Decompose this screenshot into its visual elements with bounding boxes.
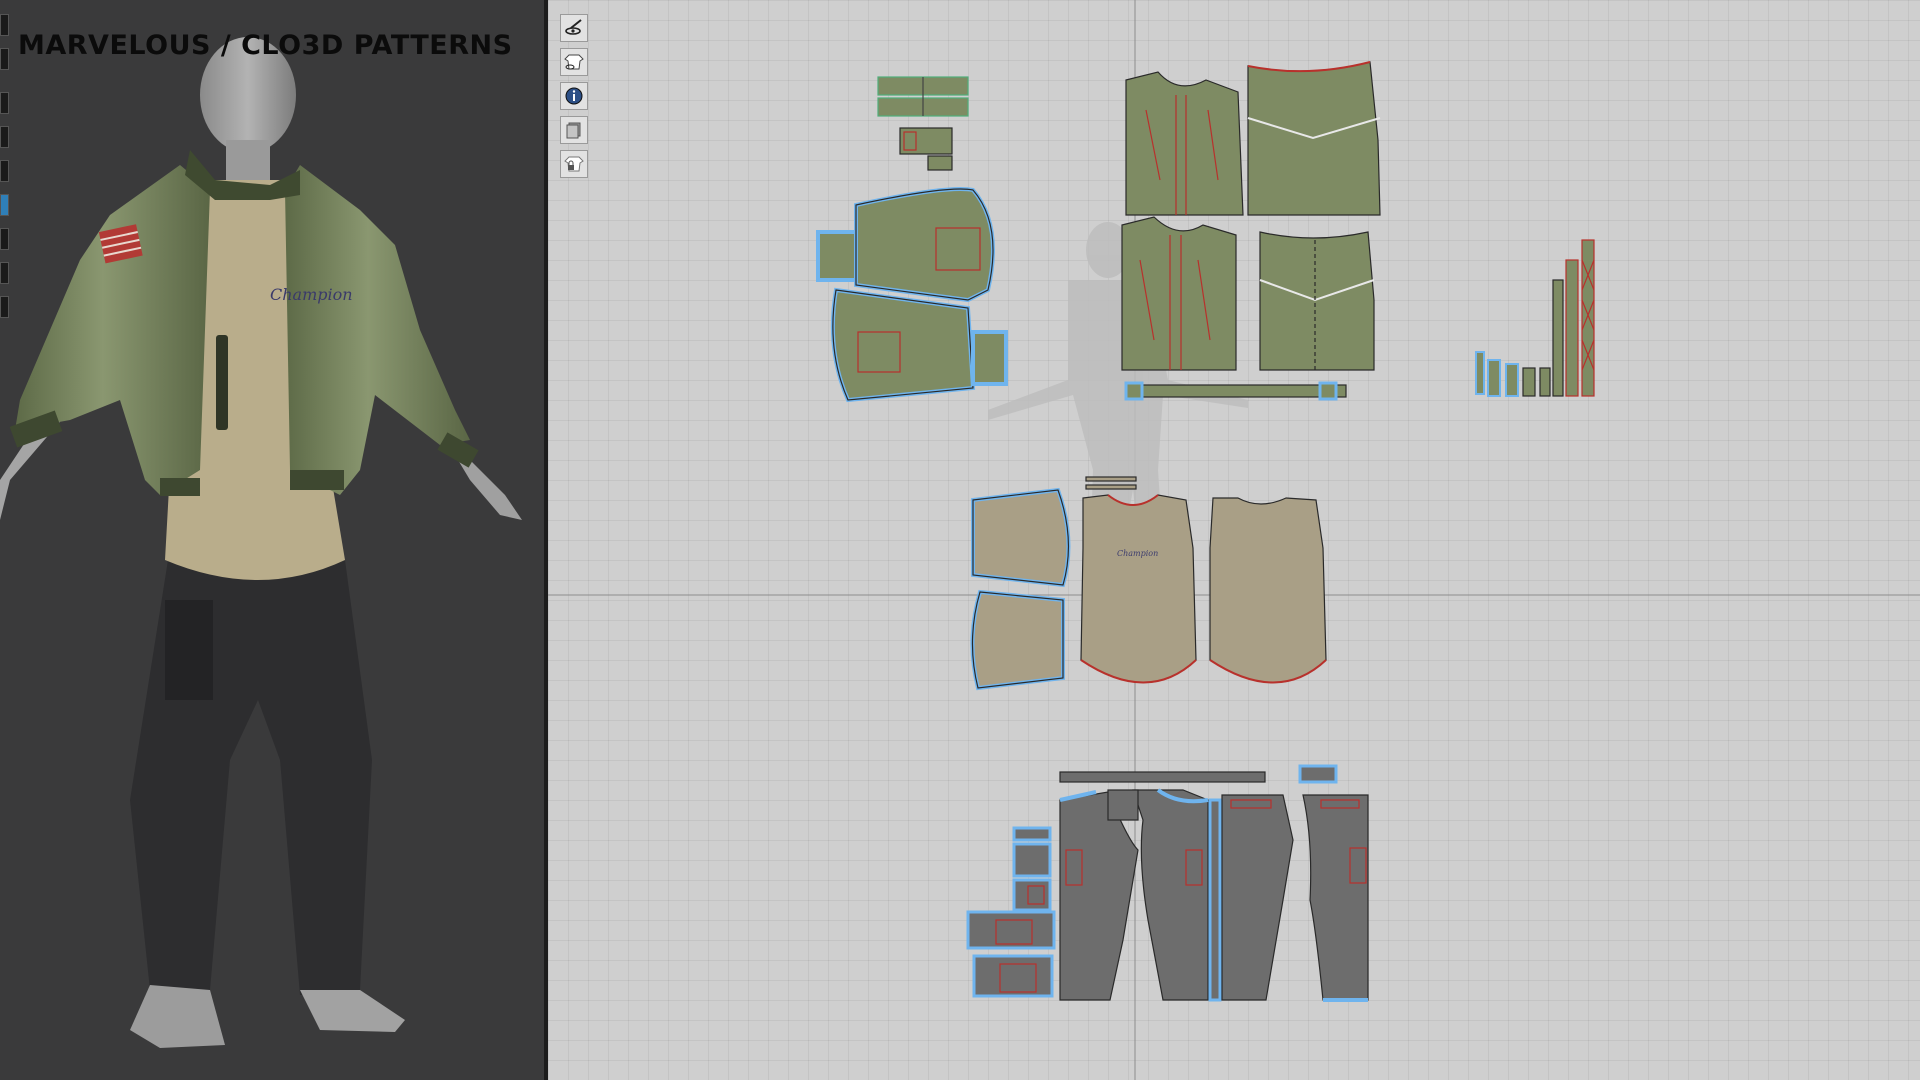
- transform-icon[interactable]: [0, 48, 9, 70]
- 3d-toolbar: [0, 14, 10, 324]
- pattern-piece-pants-front-right: [1221, 794, 1294, 1001]
- pattern-piece-waistband: [1125, 384, 1347, 398]
- select-icon[interactable]: [0, 14, 9, 36]
- pattern-piece-pants-front-left: [1059, 791, 1139, 1001]
- pattern-piece-shirt-sleeve-b: [970, 589, 1065, 691]
- pattern-piece-shirt-back: [1209, 497, 1327, 684]
- pattern-piece-sleeve-lower: [830, 287, 976, 403]
- pin-icon[interactable]: [0, 160, 9, 182]
- pants-pieces[interactable]: [966, 764, 1369, 1002]
- shirt-pattern-logo: Champion: [1117, 549, 1158, 558]
- pattern-piece-front-left: [1125, 71, 1244, 216]
- pattern-piece-front-right: [1121, 216, 1237, 371]
- sphere-icon[interactable]: [0, 296, 9, 318]
- overlay-title: MARVELOUS / CLO3D PATTERNS: [18, 30, 513, 61]
- 2d-toolbar: [560, 14, 590, 184]
- pattern-canvas[interactable]: Champion: [548, 0, 1920, 1080]
- measure-icon[interactable]: [0, 228, 9, 250]
- pattern-piece-shirt-sleeve-a: [971, 487, 1071, 588]
- jacket-pieces[interactable]: [816, 61, 1595, 403]
- avatar-jacket: [15, 165, 210, 495]
- lock-garment-icon[interactable]: [560, 150, 588, 178]
- pattern-piece-pants-back-right: [1302, 794, 1369, 1001]
- 2d-pattern-window[interactable]: Champion: [548, 0, 1920, 1080]
- pattern-piece-shirt-front: [1080, 494, 1197, 684]
- pattern-piece-pants-waistband: [1059, 771, 1266, 783]
- fold-icon[interactable]: [0, 126, 9, 148]
- info-icon[interactable]: [560, 82, 588, 110]
- arrange-icon[interactable]: [0, 92, 9, 114]
- tape-icon[interactable]: [0, 262, 9, 284]
- brush-icon[interactable]: [0, 194, 9, 216]
- pen-visibility-icon[interactable]: [560, 14, 588, 42]
- 3d-viewport[interactable]: Champion MARVELOUS / CLO3D PATTERNS: [0, 0, 544, 1080]
- pattern-piece-back-lining: [1259, 231, 1375, 371]
- avatar-3d-render[interactable]: Champion: [0, 0, 544, 1080]
- garment-visibility-icon[interactable]: [560, 48, 588, 76]
- pattern-piece-sleeve-upper: [816, 230, 858, 282]
- shirt-logo: Champion: [270, 285, 353, 304]
- pattern-piece-pants-back-left: [1132, 789, 1209, 1001]
- layer-icon[interactable]: [560, 116, 588, 144]
- shirt-pieces[interactable]: Champion: [970, 476, 1327, 691]
